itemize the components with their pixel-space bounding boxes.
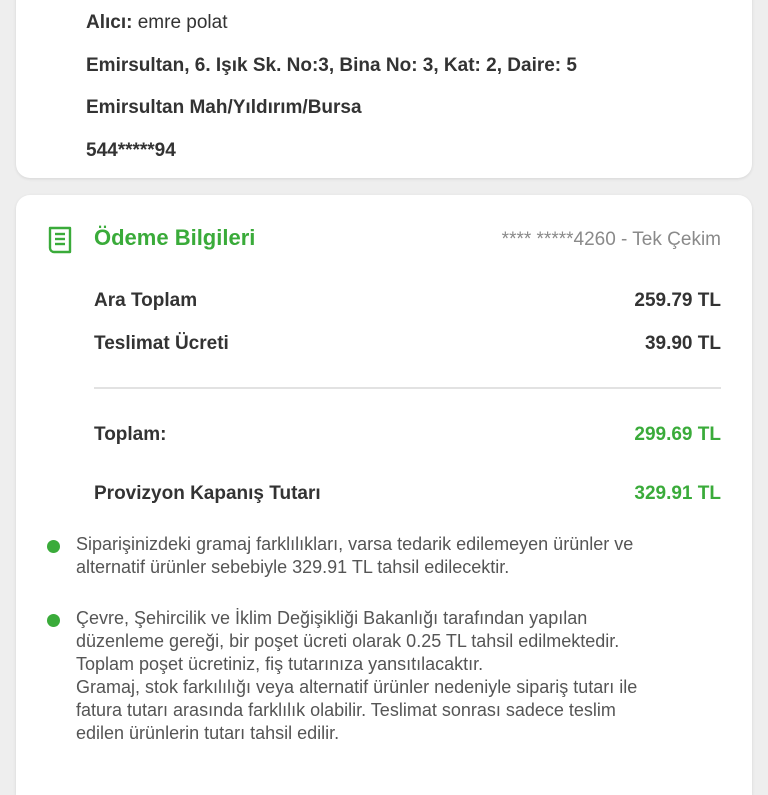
bullet-dot	[47, 540, 60, 553]
address-district: Emirsultan Mah/Yıldırım/Bursa	[86, 97, 362, 118]
bullet-dot	[47, 614, 60, 627]
note-line: düzenleme gereği, bir poşet ücreti olara…	[76, 631, 620, 651]
note-line: Gramaj, stok farkılılığı veya alternatif…	[76, 677, 638, 697]
payment-header: Ödeme Bilgileri **** *****4260 - Tek Çek…	[16, 223, 752, 257]
payment-info-card: Ödeme Bilgileri **** *****4260 - Tek Çek…	[16, 195, 752, 795]
recipient-line: Alıcı: emre polat	[86, 12, 228, 34]
total-row: Toplam: 299.69 TL	[94, 424, 721, 450]
note-line: Çevre, Şehircilik ve İklim Değişikliği B…	[76, 608, 588, 628]
receipt-icon	[46, 225, 76, 255]
delivery-address-card: Alıcı: emre polat Emirsultan, 6. Işık Sk…	[16, 0, 752, 178]
delivery-fee-row: Teslimat Ücreti 39.90 TL	[94, 333, 721, 359]
note-text: Çevre, Şehircilik ve İklim Değişikliği B…	[76, 607, 712, 745]
provision-label: Provizyon Kapanış Tutarı	[94, 483, 321, 504]
total-value: 299.69 TL	[634, 424, 721, 445]
recipient-phone: 544*****94	[86, 140, 176, 161]
card-info: **** *****4260 - Tek Çekim	[501, 229, 721, 250]
note-line: edilen ürünlerin tutarı tahsil edilir.	[76, 723, 340, 743]
delivery-fee-label: Teslimat Ücreti	[94, 333, 229, 354]
provision-value: 329.91 TL	[634, 483, 721, 504]
note-text: Siparişinizdeki gramaj farklılıkları, va…	[76, 533, 712, 579]
subtotal-row: Ara Toplam 259.79 TL	[94, 290, 721, 316]
note-line: fatura tutarı arasında farklılık olabili…	[76, 700, 616, 720]
recipient-name: emre polat	[137, 12, 228, 33]
subtotal-label: Ara Toplam	[94, 290, 198, 311]
divider	[94, 387, 721, 389]
note-line: Toplam poşet ücretiniz, fiş tutarınıza y…	[76, 654, 484, 674]
delivery-fee-value: 39.90 TL	[644, 333, 721, 354]
note-line: Siparişinizdeki gramaj farklılıkları, va…	[76, 534, 634, 554]
payment-title: Ödeme Bilgileri	[94, 225, 256, 250]
subtotal-value: 259.79 TL	[634, 290, 721, 311]
note-line: alternatif ürünler sebebiyle 329.91 TL t…	[76, 557, 510, 577]
recipient-label: Alıcı:	[86, 12, 133, 33]
total-label: Toplam:	[94, 424, 167, 445]
provision-row: Provizyon Kapanış Tutarı 329.91 TL	[94, 483, 721, 509]
address-street: Emirsultan, 6. Işık Sk. No:3, Bina No: 3…	[86, 55, 577, 76]
